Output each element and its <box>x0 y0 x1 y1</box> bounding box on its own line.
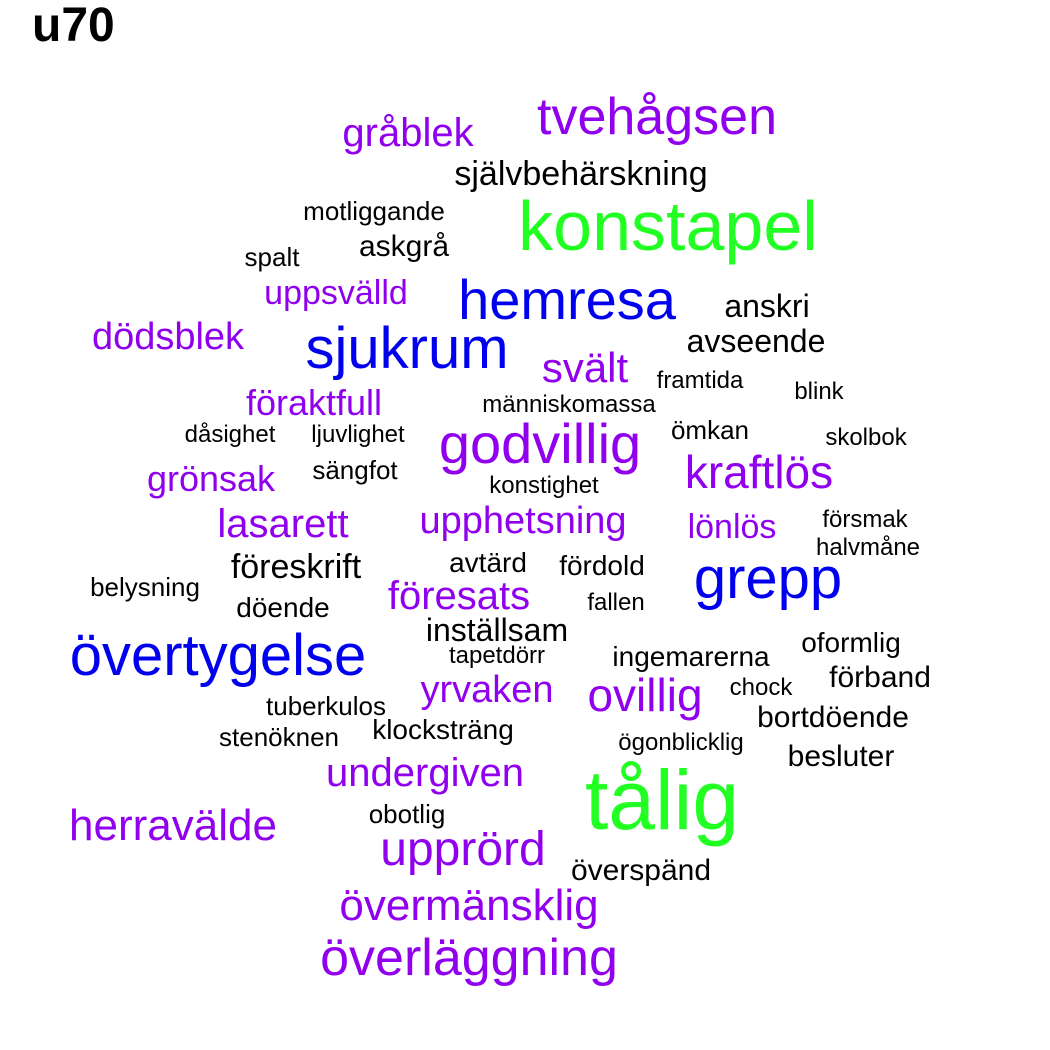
cloud-word: bortdöende <box>757 701 909 734</box>
cloud-word: överläggning <box>320 929 618 987</box>
cloud-word: övermänsklig <box>339 881 599 930</box>
cloud-word: upphetsning <box>419 500 627 542</box>
cloud-word: föreskrift <box>230 548 362 586</box>
cloud-word: ömkan <box>670 415 750 445</box>
cloud-word: grönsak <box>146 458 276 499</box>
cloud-word: skolbok <box>825 424 907 451</box>
cloud-word: kraftlös <box>684 446 834 498</box>
cloud-word: döende <box>236 592 330 623</box>
cloud-word: blink <box>794 378 844 405</box>
cloud-word: upprörd <box>380 823 546 876</box>
cloud-word: undergiven <box>326 751 524 795</box>
cloud-word: konstapel <box>518 187 818 265</box>
cloud-word: besluter <box>787 740 895 773</box>
cloud-word: spalt <box>244 242 300 272</box>
cloud-word: avseende <box>686 323 826 359</box>
cloud-word: tvehågsen <box>537 88 777 146</box>
cloud-word: ovillig <box>587 669 703 721</box>
cloud-word: belysning <box>90 572 200 602</box>
cloud-word: självbehärskning <box>454 155 708 193</box>
cloud-word: godvillig <box>438 412 642 475</box>
cloud-word: fallen <box>587 589 645 616</box>
cloud-word: chock <box>729 674 793 701</box>
cloud-word: stenöknen <box>219 722 339 752</box>
cloud-word: försmak <box>822 506 908 533</box>
cloud-word: konstighet <box>489 472 599 499</box>
cloud-word: föraktfull <box>245 382 383 423</box>
cloud-word: fördold <box>559 550 645 581</box>
cloud-word: anskri <box>724 288 810 324</box>
cloud-word: sängfot <box>312 455 398 485</box>
cloud-word: oformlig <box>801 627 901 658</box>
chart-title: u70 <box>32 0 115 52</box>
cloud-word: föresats <box>387 574 531 618</box>
cloud-word: ögonblicklig <box>618 729 744 756</box>
cloud-word: motliggande <box>303 196 445 226</box>
cloud-word: dödsblek <box>91 316 245 358</box>
cloud-word: yrvaken <box>420 669 554 711</box>
cloud-word: sjukrum <box>305 316 509 381</box>
cloud-word: ingemarerna <box>612 641 770 672</box>
cloud-word: grepp <box>693 546 843 611</box>
cloud-word: herravälde <box>69 801 277 850</box>
cloud-word: lasarett <box>217 502 349 546</box>
cloud-word: dåsighet <box>184 421 276 448</box>
cloud-word: framtida <box>656 367 744 394</box>
cloud-word: ljuvlighet <box>311 421 405 448</box>
cloud-word: tuberkulos <box>266 691 386 721</box>
cloud-word: svält <box>541 344 629 391</box>
cloud-word: lönlös <box>687 508 777 546</box>
cloud-word: övertygelse <box>69 623 367 688</box>
cloud-word: uppsvälld <box>264 274 408 312</box>
cloud-word: klocksträng <box>372 714 514 745</box>
cloud-word: tapetdörr <box>448 642 546 669</box>
cloud-word: avtärd <box>449 547 527 578</box>
word-cloud: u70 tvehågsen gråblek självbehärskning kons… <box>0 0 1050 1050</box>
cloud-word: gråblek <box>342 111 474 155</box>
cloud-word: askgrå <box>358 230 450 263</box>
cloud-word: förband <box>829 661 931 694</box>
cloud-word: tålig <box>584 753 740 847</box>
